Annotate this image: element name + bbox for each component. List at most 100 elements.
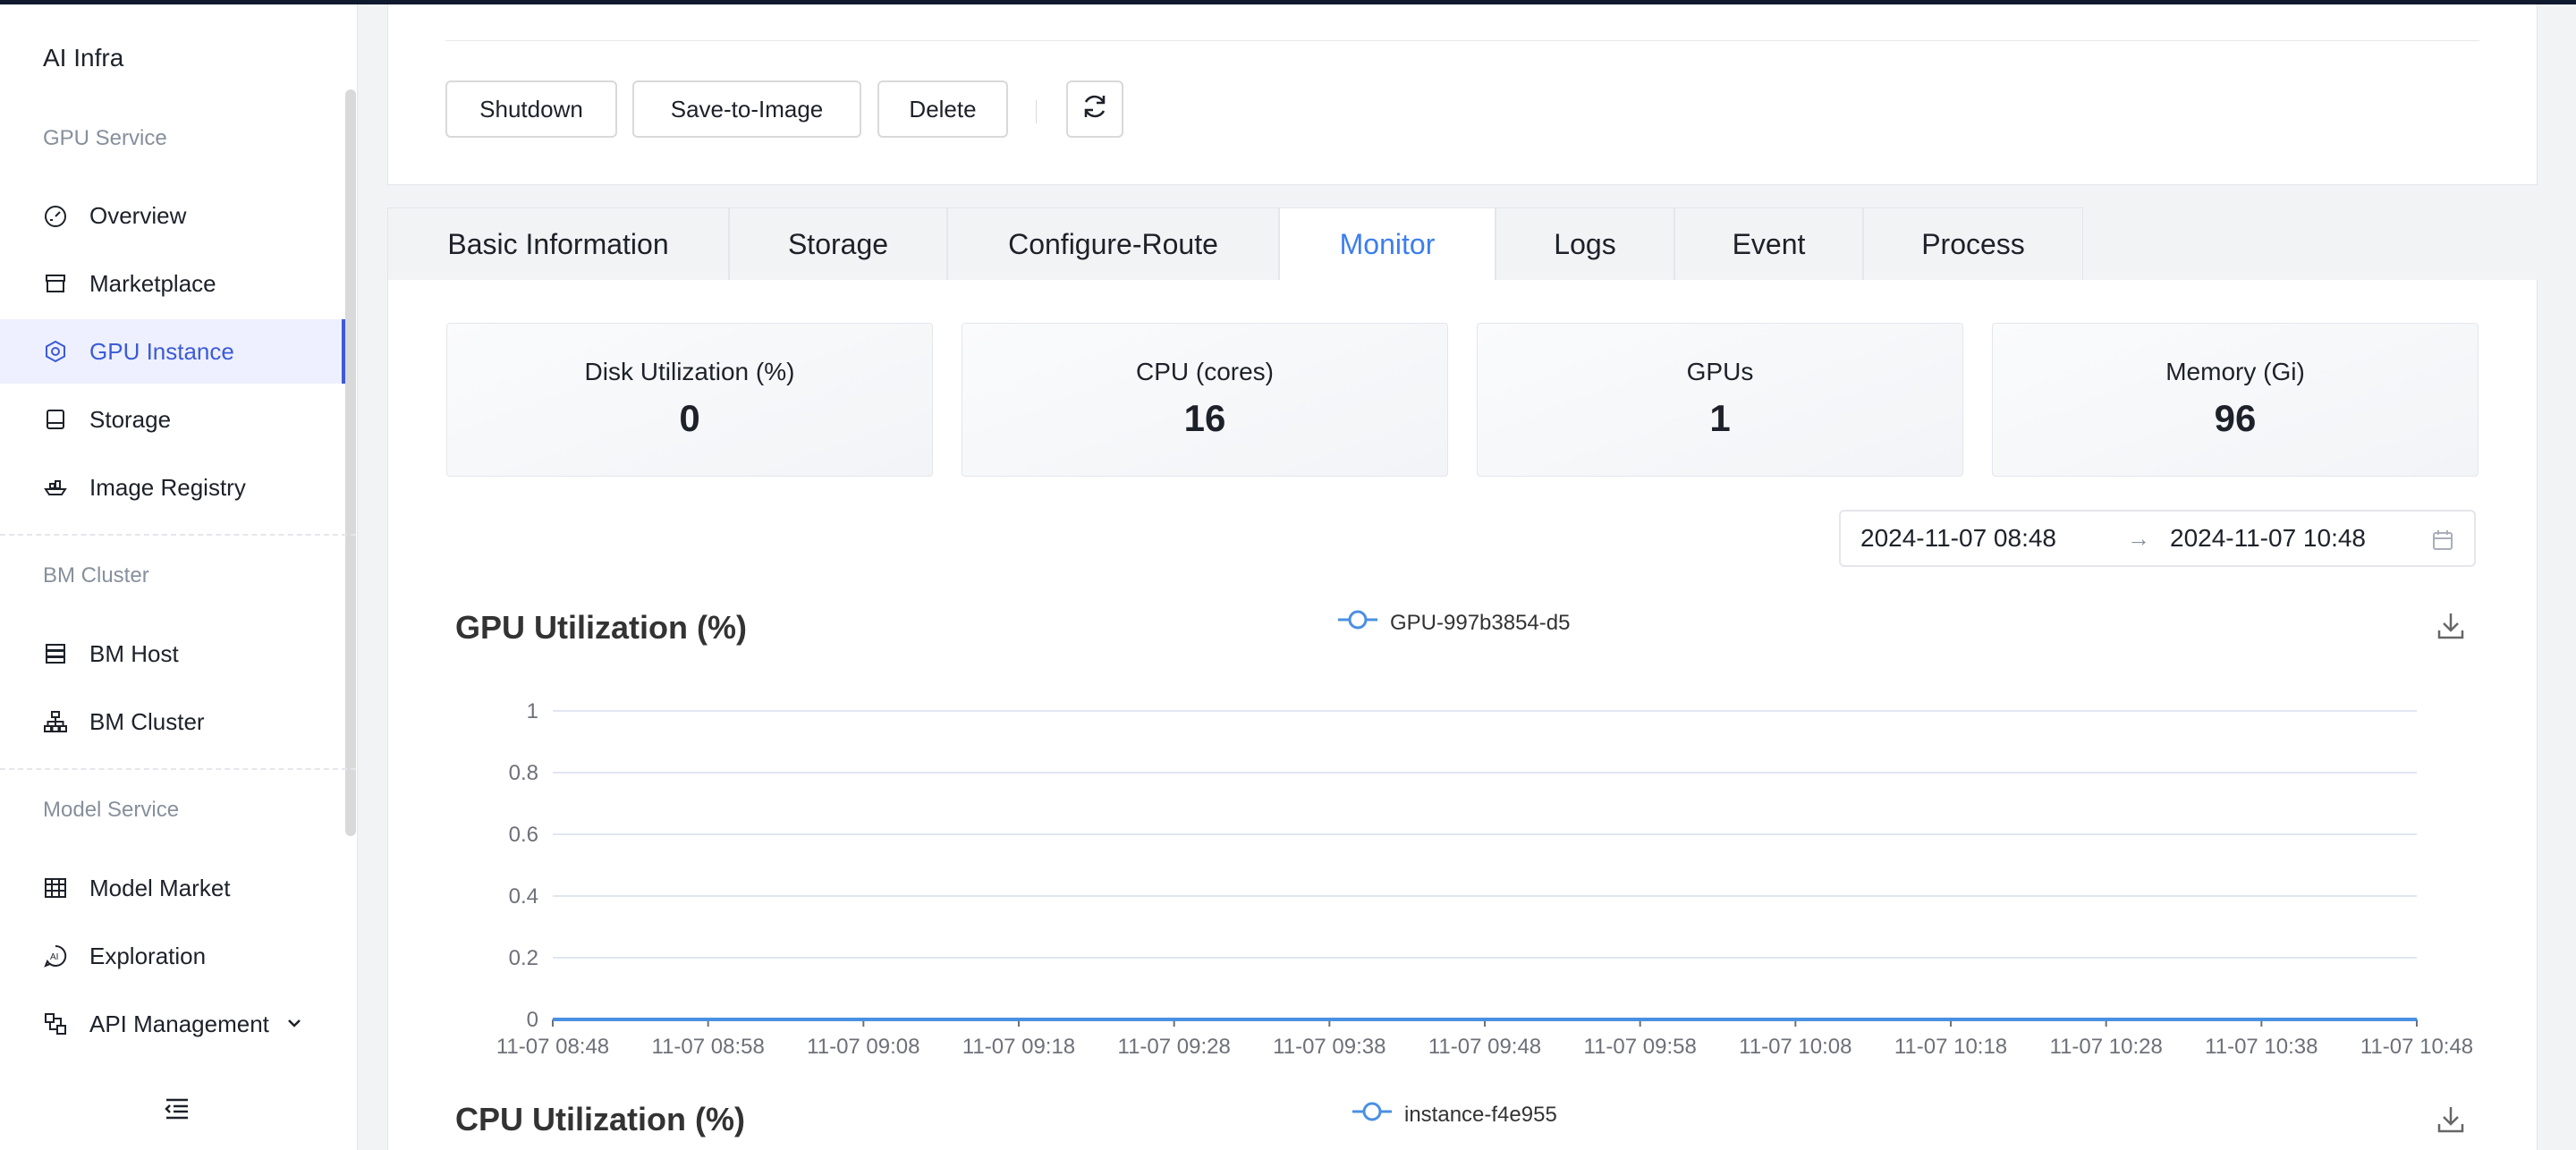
shutdown-button[interactable]: Shutdown	[445, 80, 617, 138]
download-icon[interactable]	[2436, 611, 2465, 646]
y-tick-label: 0.2	[509, 946, 538, 970]
server-rack-icon	[43, 641, 68, 666]
group-bm-cluster: BM Cluster	[43, 563, 149, 588]
x-tick-label: 11-07 09:18	[962, 1035, 1075, 1059]
refresh-icon	[1080, 91, 1110, 128]
sidebar-item-api-management[interactable]: API Management	[0, 992, 345, 1056]
tab-configure-route[interactable]: Configure-Route	[947, 207, 1279, 281]
x-tick-label: 11-07 10:18	[1894, 1035, 2007, 1059]
x-tick-label: 11-07 09:38	[1273, 1035, 1385, 1059]
x-tick-label: 11-07 10:48	[2360, 1035, 2473, 1059]
header-divider	[445, 40, 2479, 41]
y-tick-label: 0.6	[509, 823, 538, 847]
x-tick-label: 11-07 09:28	[1118, 1035, 1231, 1059]
tab-event[interactable]: Event	[1674, 207, 1863, 281]
sidebar-item-label: BM Host	[89, 639, 179, 667]
monitor-panel: Disk Utilization (%) 0 CPU (cores) 16 GP…	[387, 280, 2538, 1150]
y-tick-label: 0	[527, 1008, 538, 1032]
sidebar: AI Infra GPU Service Overview Marketplac…	[0, 4, 358, 1150]
x-tick-label: 11-07 09:08	[807, 1035, 919, 1059]
sidebar-item-overview[interactable]: Overview	[0, 183, 345, 248]
group-model-service: Model Service	[43, 798, 180, 822]
tab-process[interactable]: Process	[1863, 207, 2083, 281]
range-end-input[interactable]: 2024-11-07 10:48	[2170, 524, 2366, 553]
stat-value: 1	[1709, 397, 1731, 439]
svg-text:AI: AI	[50, 952, 58, 962]
tab-logs[interactable]: Logs	[1496, 207, 1674, 281]
y-tick-label: 0.8	[509, 761, 538, 785]
x-tick-label: 11-07 09:58	[1584, 1035, 1697, 1059]
gpu-chart-title: GPU Utilization (%)	[455, 609, 747, 646]
tab-storage[interactable]: Storage	[729, 207, 947, 281]
download-icon[interactable]	[2436, 1104, 2465, 1139]
chevron-down-icon	[284, 1011, 304, 1039]
drive-icon	[43, 407, 68, 432]
gpu-utilization-chart: 0 0.2 0.4 0.6 0.8 1 11-07 08:48 11-07 08:58 11-0…	[496, 699, 2473, 1059]
grid-store-icon	[43, 875, 68, 901]
app-brand: AI Infra	[43, 44, 124, 72]
sidebar-item-bm-host[interactable]: BM Host	[0, 622, 345, 686]
y-tick-label: 0.4	[509, 884, 538, 909]
stat-card-memory: Memory (Gi) 96	[1992, 323, 2479, 477]
legend-series-name: GPU-997b3854-d5	[1390, 610, 1571, 635]
main-content: Shutdown Save-to-Image Delete Basic Info…	[358, 0, 2576, 1150]
save-to-image-button[interactable]: Save-to-Image	[632, 80, 861, 138]
cpu-chart-title: CPU Utilization (%)	[455, 1101, 745, 1137]
stat-value: 16	[1183, 397, 1226, 439]
stat-value: 96	[2214, 397, 2257, 439]
sidebar-item-label: Overview	[89, 201, 187, 229]
sidebar-item-label: GPU Instance	[89, 337, 234, 365]
stat-card-disk: Disk Utilization (%) 0	[446, 323, 933, 477]
detail-tabs: Basic Information Storage Configure-Rout…	[387, 207, 2083, 281]
group-gpu-service: GPU Service	[43, 126, 167, 150]
sidebar-item-bm-cluster[interactable]: BM Cluster	[0, 689, 345, 754]
tab-basic-information[interactable]: Basic Information	[387, 207, 729, 281]
delete-button[interactable]: Delete	[877, 80, 1008, 138]
gpu-chart-legend[interactable]: GPU-997b3854-d5	[1336, 609, 1570, 637]
toolbar-separator	[1036, 100, 1037, 123]
sidebar-divider	[0, 534, 356, 536]
calendar-icon[interactable]	[2431, 528, 2454, 558]
sidebar-item-label: API Management	[89, 1010, 269, 1037]
sidebar-item-marketplace[interactable]: Marketplace	[0, 251, 345, 316]
x-tick-label: 11-07 10:08	[1739, 1035, 1852, 1059]
cluster-icon	[43, 709, 68, 734]
collapse-menu-icon[interactable]	[164, 1097, 191, 1125]
legend-line-circle-icon	[1336, 609, 1379, 637]
sidebar-item-label: Storage	[89, 405, 172, 433]
x-tick-label: 11-07 08:58	[652, 1035, 765, 1059]
store-icon	[43, 271, 68, 296]
range-start-input[interactable]: 2024-11-07 08:48	[1860, 524, 2056, 553]
stat-label: Memory (Gi)	[2165, 358, 2305, 385]
cpu-chart-legend[interactable]: instance-f4e955	[1351, 1101, 1557, 1129]
sidebar-item-gpu-instance[interactable]: GPU Instance	[0, 319, 345, 384]
stat-value: 0	[679, 397, 700, 439]
stat-label: Disk Utilization (%)	[584, 358, 795, 385]
sidebar-item-label: Exploration	[89, 942, 207, 969]
api-icon	[43, 1011, 68, 1036]
sidebar-item-image-registry[interactable]: Image Registry	[0, 455, 345, 520]
sidebar-divider	[0, 768, 356, 770]
refresh-button[interactable]	[1066, 80, 1123, 138]
stat-card-gpus: GPUs 1	[1477, 323, 1963, 477]
sidebar-item-label: Model Market	[89, 874, 231, 901]
sidebar-scrollbar[interactable]	[345, 89, 356, 836]
ai-chat-icon: AI	[43, 943, 68, 968]
range-arrow-icon: →	[2127, 524, 2150, 552]
ship-icon	[43, 475, 68, 500]
stat-label: CPU (cores)	[1135, 358, 1274, 385]
sidebar-item-storage[interactable]: Storage	[0, 387, 345, 452]
stat-card-cpu: CPU (cores) 16	[962, 323, 1448, 477]
legend-series-name: instance-f4e955	[1404, 1102, 1557, 1127]
time-range-picker[interactable]: 2024-11-07 08:48 → 2024-11-07 10:48	[1839, 510, 2476, 567]
y-tick-label: 1	[527, 699, 538, 723]
sidebar-item-model-market[interactable]: Model Market	[0, 856, 345, 920]
x-tick-label: 11-07 10:28	[2050, 1035, 2163, 1059]
x-tick-label: 11-07 09:48	[1428, 1035, 1541, 1059]
x-tick-label: 11-07 08:48	[496, 1035, 609, 1059]
legend-line-circle-icon	[1351, 1101, 1394, 1129]
sidebar-item-label: Marketplace	[89, 269, 216, 297]
sidebar-item-exploration[interactable]: AI Exploration	[0, 924, 345, 988]
tab-monitor[interactable]: Monitor	[1279, 207, 1496, 281]
x-tick-label: 11-07 10:38	[2205, 1035, 2318, 1059]
